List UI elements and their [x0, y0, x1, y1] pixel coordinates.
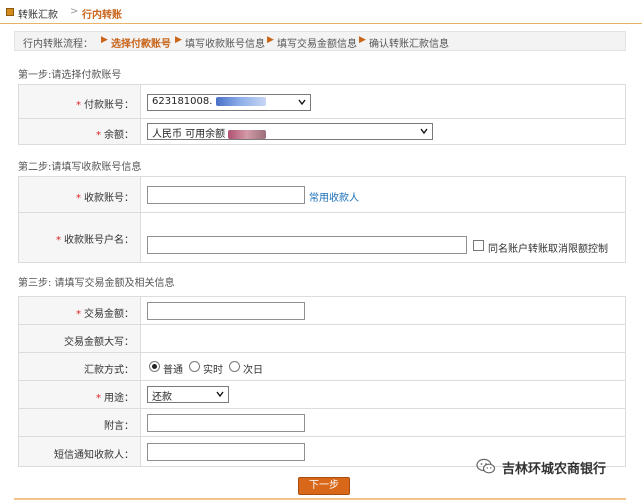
triangle-right-icon: ▶ — [359, 35, 366, 45]
payee-name-input[interactable] — [147, 236, 467, 254]
form-row-amount: * 交易金额： — [19, 297, 625, 325]
required-mark: * — [96, 393, 101, 404]
chevron-down-icon — [216, 391, 224, 398]
payer-account-select[interactable]: 623181008. — [147, 94, 311, 111]
sms-notify-input[interactable] — [147, 443, 305, 461]
form-row-purpose: * 用途： 还款 — [19, 381, 625, 409]
payee-info-table: * 收款账号： 常用收款人 * 收款账号户名： 同名账户转账取消限额控制 — [18, 176, 626, 263]
balance-label: 余额： — [104, 130, 134, 141]
flow-step-select-account: 选择付款账号 — [111, 39, 171, 50]
form-row-payer-account: * 付款账号： 623181008. — [19, 85, 625, 119]
payer-account-table: * 付款账号： 623181008. * 余额： 人民币 可用余额 — [18, 84, 626, 145]
same-name-transfer-label: 同名账户转账取消限额控制 — [488, 244, 608, 255]
watermark-text: 吉林环城农商银行 — [502, 462, 607, 477]
required-mark: * — [76, 193, 81, 204]
purpose-value: 还款 — [152, 392, 172, 403]
payer-account-value: 623181008. — [152, 96, 213, 107]
chevron-down-icon — [298, 99, 306, 106]
breadcrumb-current: 行内转账 — [82, 10, 122, 21]
masked-account-digits — [215, 96, 266, 106]
form-row-remit-mode: 汇款方式： 普通 实时 次日 — [19, 353, 625, 381]
remit-realtime-radio[interactable] — [189, 361, 200, 372]
breadcrumb-parent[interactable]: 转账汇款 — [18, 6, 58, 21]
title-bar: 转账汇款 > 行内转账 — [0, 0, 642, 24]
amount-input[interactable] — [147, 302, 305, 320]
note-input[interactable] — [147, 414, 305, 432]
payer-account-label: 付款账号： — [84, 100, 134, 111]
required-mark: * — [76, 309, 81, 320]
purpose-label: 用途： — [104, 393, 134, 404]
amount-uppercase-label: 交易金额大写： — [64, 337, 134, 348]
breadcrumb-separator: > — [70, 6, 79, 17]
form-row-balance: * 余额： 人民币 可用余额 — [19, 119, 625, 145]
purpose-select[interactable]: 还款 — [147, 386, 229, 403]
next-step-button[interactable]: 下一步 — [298, 477, 350, 495]
form-row-payee-account: * 收款账号： 常用收款人 — [19, 177, 625, 213]
amount-label: 交易金额： — [84, 309, 134, 320]
payee-name-label: 收款账号户名： — [64, 235, 134, 246]
remit-normal-radio[interactable] — [149, 361, 160, 372]
section-title-step3: 第三步: 请填写交易金额及相关信息 — [18, 278, 175, 289]
required-mark: * — [76, 100, 81, 111]
common-payee-link[interactable]: 常用收款人 — [309, 189, 359, 204]
amount-info-table: * 交易金额： 交易金额大写： 汇款方式： 普通 实时 次日 * 用途： 还款 附言… — [18, 296, 626, 467]
remit-nextday-label: 次日 — [243, 365, 263, 376]
form-row-amount-uppercase: 交易金额大写： — [19, 325, 625, 353]
remit-nextday-radio[interactable] — [229, 361, 240, 372]
remit-mode-label: 汇款方式： — [84, 365, 134, 376]
remit-normal-label: 普通 — [163, 365, 183, 376]
triangle-right-icon: ▶ — [267, 35, 274, 45]
balance-value: 人民币 可用余额 — [152, 129, 226, 140]
wechat-icon — [476, 458, 496, 474]
flow-label: 行内转账流程： — [23, 39, 93, 50]
section-title-step2: 第二步:请填写收款账号信息 — [18, 162, 142, 173]
note-label: 附言： — [104, 421, 134, 432]
required-mark: * — [56, 235, 61, 246]
square-bullet-icon — [6, 8, 14, 16]
masked-balance-amount — [228, 129, 267, 139]
remit-realtime-label: 实时 — [203, 365, 223, 376]
triangle-right-icon: ▶ — [175, 35, 182, 45]
flow-step-confirm: 确认转账汇款信息 — [369, 39, 449, 50]
watermark: 吉林环城农商银行 — [474, 456, 634, 478]
flow-step-payee-info: 填写收款账号信息 — [185, 39, 265, 50]
transfer-flow-bar: 行内转账流程： ▶ 选择付款账号 ▶ 填写收款账号信息 ▶ 填写交易金额信息 ▶… — [14, 31, 626, 51]
section-title-step1: 第一步:请选择付款账号 — [18, 70, 122, 81]
required-mark: * — [96, 130, 101, 141]
chevron-down-icon — [420, 128, 428, 135]
payee-account-label: 收款账号： — [84, 193, 134, 204]
form-row-note: 附言： — [19, 409, 625, 437]
sms-notify-label: 短信通知收款人： — [54, 450, 134, 461]
flow-step-amount-info: 填写交易金额信息 — [277, 39, 357, 50]
triangle-right-icon: ▶ — [101, 35, 108, 45]
form-row-payee-name: * 收款账号户名： 同名账户转账取消限额控制 — [19, 213, 625, 263]
balance-select[interactable]: 人民币 可用余额 — [147, 123, 433, 140]
payee-account-input[interactable] — [147, 186, 305, 204]
same-name-transfer-checkbox[interactable] — [473, 240, 484, 251]
